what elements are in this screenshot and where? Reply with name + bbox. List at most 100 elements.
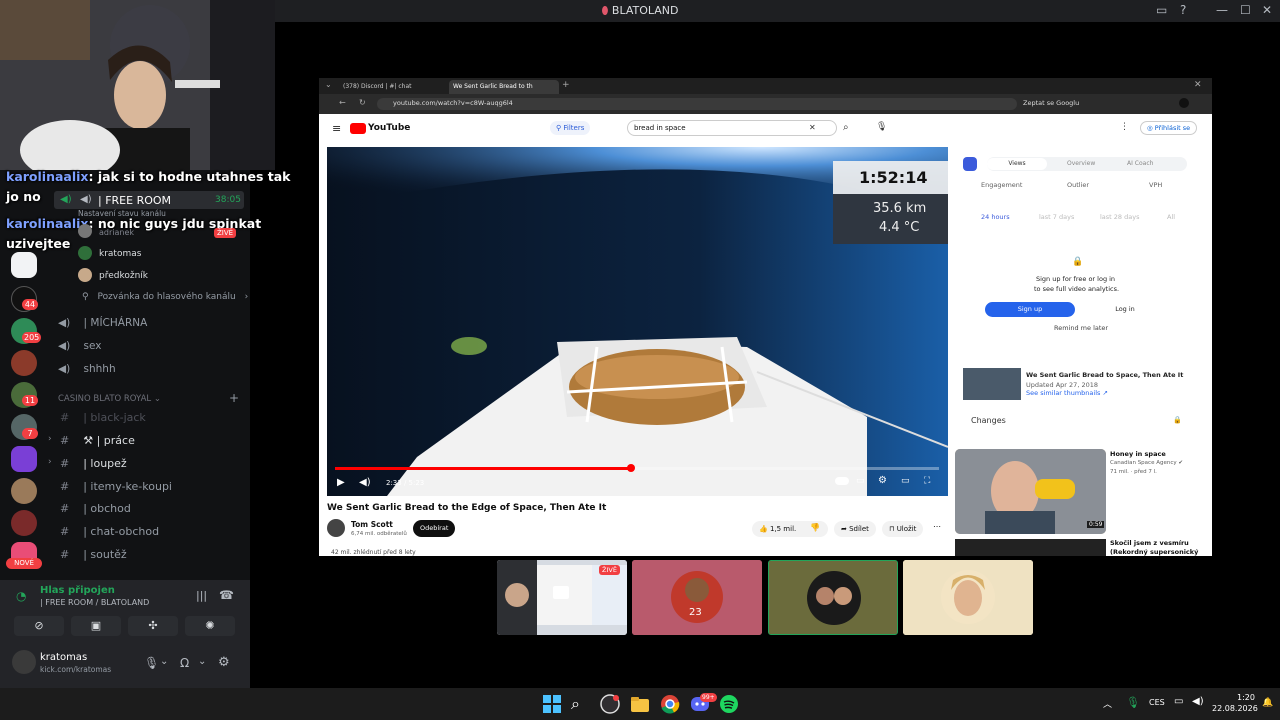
stream-preview-tile[interactable]: ŽIVĚ [497, 560, 627, 635]
obs-icon[interactable] [600, 694, 620, 714]
changes-header[interactable]: Changes [971, 416, 1006, 425]
tray-chevron-icon[interactable]: ︿ [1103, 697, 1112, 710]
more-icon[interactable]: ⋮ [1120, 122, 1129, 132]
youtube-logo-icon[interactable] [350, 123, 366, 134]
signup-button[interactable]: Sign up [985, 302, 1075, 317]
chevron-down-icon[interactable]: ⌄ [160, 656, 168, 667]
dislike-icon[interactable]: 👎 [810, 523, 820, 532]
tab-youtube[interactable]: We Sent Garlic Bread to th [449, 80, 559, 94]
clock-date[interactable]: 22.08.2026 [1212, 704, 1258, 713]
chevron-down-icon[interactable]: ⌄ [198, 656, 206, 667]
autoplay-toggle[interactable] [835, 477, 849, 485]
text-channel[interactable]: # | chat-obchod [60, 525, 159, 538]
filters-button[interactable]: ⚲ Filters [550, 121, 591, 135]
text-channel[interactable]: # | black-jack [60, 411, 146, 424]
language-indicator[interactable]: CES [1149, 698, 1165, 707]
server-icon[interactable] [11, 446, 37, 472]
noise-suppression-icon[interactable]: ||| [196, 589, 207, 602]
activities-button[interactable]: ✣ [128, 616, 178, 636]
camera-off-button[interactable]: ⊘ [14, 616, 64, 636]
related-thumbnail[interactable]: 0:59 [955, 449, 1106, 534]
add-channel-icon[interactable]: + [229, 391, 239, 405]
screen-share-button[interactable]: ▣ [71, 616, 121, 636]
settings-icon[interactable]: ⚙ [878, 475, 887, 486]
video-thumbnail[interactable] [963, 368, 1021, 400]
chrome-icon[interactable] [660, 694, 680, 714]
soundboard-button[interactable]: ✺ [185, 616, 235, 636]
spotify-icon[interactable] [719, 694, 739, 714]
text-channel[interactable]: # | soutěž [60, 548, 127, 561]
sign-in-button[interactable]: ◎ Přihlásit se [1140, 121, 1198, 135]
youtube-logo[interactable]: YouTube [368, 123, 410, 133]
new-tab-icon[interactable]: + [562, 80, 570, 90]
server-icon[interactable] [11, 350, 37, 376]
related-title[interactable]: Honey in space [1110, 450, 1166, 458]
disconnect-icon[interactable]: ☎ [219, 588, 234, 602]
voice-channel-free-room[interactable]: ◀) ◀) | FREE ROOM 38:05 [54, 191, 244, 209]
search-icon[interactable]: ⌕ [843, 122, 849, 133]
server-icon[interactable] [11, 478, 37, 504]
member-name[interactable]: předkožník [99, 271, 148, 281]
settings-gear-icon[interactable]: ⚙ [218, 655, 230, 670]
progress-scrubber[interactable] [626, 464, 635, 472]
maximize-icon[interactable]: ☐ [1240, 3, 1251, 17]
back-icon[interactable]: ← [339, 98, 346, 107]
notifications-icon[interactable]: 🔔 [1262, 698, 1273, 708]
microphone-icon[interactable]: 🎙 [1126, 696, 1140, 709]
subscribe-button[interactable]: Odebírat [413, 520, 456, 537]
openai-server-icon[interactable] [11, 252, 37, 278]
text-channel[interactable]: # ⚒ | práce [60, 434, 135, 447]
inbox-icon[interactable]: ▭ [1156, 3, 1167, 17]
category-header[interactable]: CASINO BLATO ROYAL ⌄ [58, 394, 161, 404]
profile-avatar[interactable] [1179, 98, 1189, 108]
chevron-down-icon[interactable]: ⌄ [325, 80, 332, 89]
range-7d[interactable]: last 7 days [1039, 213, 1074, 221]
voice-search-icon[interactable]: 🎙 [876, 122, 887, 132]
member-name[interactable]: kratomas [99, 249, 141, 259]
save-button[interactable]: ⊓ Uložit [882, 521, 924, 537]
theater-icon[interactable]: ▭ [901, 476, 910, 486]
network-icon[interactable]: ▭ [1174, 696, 1183, 707]
tab-views[interactable]: Views [987, 158, 1047, 170]
related-thumbnail[interactable] [955, 539, 1106, 556]
tab-overview[interactable]: Overview [1067, 160, 1095, 167]
remind-later-link[interactable]: Remind me later [1054, 324, 1108, 332]
volume-icon[interactable]: ◀) [359, 477, 371, 488]
channel-avatar[interactable] [327, 519, 345, 537]
voice-channel-sex[interactable]: ◀) sex [58, 340, 101, 352]
windows-start-icon[interactable] [542, 694, 562, 714]
invite-link[interactable]: ⚲ Pozvánka do hlasového kanálu › [82, 292, 248, 302]
menu-icon[interactable]: ≡ [332, 122, 341, 135]
volume-icon[interactable]: ◀) [1192, 696, 1204, 707]
ask-google-button[interactable]: Zeptat se Googlu [1023, 99, 1079, 107]
expand-icon[interactable]: › [48, 457, 52, 467]
search-input[interactable]: bread in space ✕ [627, 120, 837, 136]
progress-track[interactable] [335, 464, 939, 472]
related-title[interactable]: Skočil jsem z vesmíru (Rekordný superson… [1110, 539, 1205, 557]
similar-thumbnails-link[interactable]: See similar thumbnails ↗ [1026, 389, 1108, 397]
tab-discord[interactable]: (378) Discord | #| chat [339, 80, 444, 94]
channel-name[interactable]: Tom Scott [351, 520, 393, 529]
subtitles-icon[interactable]: ▭ [856, 476, 865, 486]
help-icon[interactable]: ? [1180, 3, 1186, 17]
participant-tile[interactable] [903, 560, 1033, 635]
headphones-icon[interactable]: Ω [180, 656, 189, 670]
voice-location[interactable]: | FREE ROOM / BLATOLAND [40, 598, 149, 607]
minimize-icon[interactable]: — [1216, 3, 1228, 17]
voice-channel-shhhh[interactable]: ◀) shhhh [58, 363, 116, 375]
range-all[interactable]: All [1167, 213, 1175, 221]
file-explorer-icon[interactable] [630, 694, 650, 714]
search-icon[interactable]: ⌕ [571, 694, 591, 714]
fullscreen-icon[interactable]: ⛶ [924, 476, 930, 486]
share-button[interactable]: ➦ Sdílet [834, 521, 876, 537]
microphone-icon[interactable]: 🎙 [144, 656, 159, 670]
range-28d[interactable]: last 28 days [1100, 213, 1139, 221]
reload-icon[interactable]: ↻ [359, 98, 366, 107]
clear-search-icon[interactable]: ✕ [809, 123, 816, 132]
close-icon[interactable]: ✕ [1262, 3, 1272, 17]
participant-tile-speaking[interactable] [768, 560, 898, 635]
play-icon[interactable]: ▶ [337, 477, 345, 488]
text-channel[interactable]: # | itemy-ke-koupi [60, 480, 172, 493]
expand-icon[interactable]: › [48, 434, 52, 444]
voice-channel-michárna[interactable]: ◀) | MÍCHÁRNA [58, 317, 147, 329]
